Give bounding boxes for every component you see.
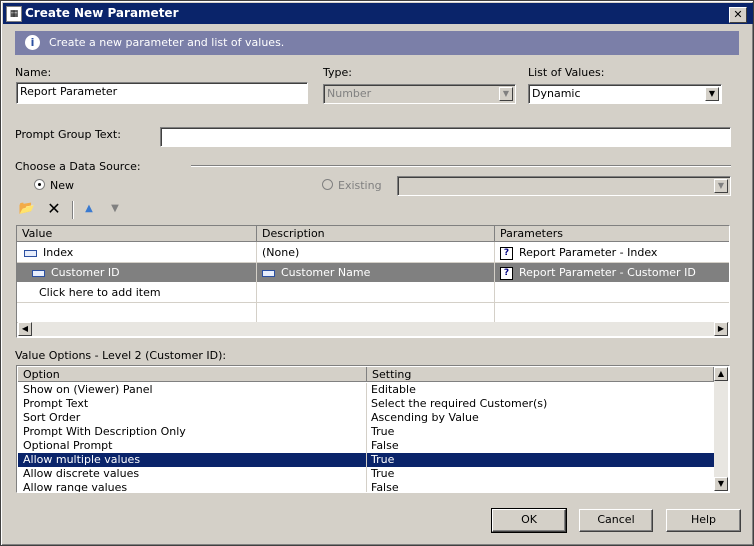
column-header-option[interactable]: Option <box>18 367 367 382</box>
data-source-label: Choose a Data Source: <box>15 160 141 173</box>
list-item[interactable]: Prompt Text Select the required Customer(… <box>18 397 714 411</box>
prompt-group-label: Prompt Group Text: <box>15 128 121 141</box>
vertical-scrollbar[interactable]: ▲ ▼ <box>714 367 728 491</box>
info-icon: i <box>25 35 40 50</box>
row-description-text: Customer Name <box>281 266 371 279</box>
row-divider <box>17 262 729 263</box>
window-title: Create New Parameter <box>25 6 179 20</box>
row-parameters-text: Report Parameter - Customer ID <box>519 266 696 279</box>
new-radio[interactable] <box>34 179 45 190</box>
type-label: Type: <box>323 66 352 79</box>
value-grid: Value Description Parameters Index (None… <box>16 225 730 338</box>
field-icon <box>24 249 37 257</box>
divider <box>191 165 731 167</box>
column-header-setting[interactable]: Setting <box>367 367 714 382</box>
open-folder-icon[interactable]: 📂 <box>18 200 36 218</box>
new-radio-label: New <box>50 179 74 192</box>
row-parameters[interactable]: ? Report Parameter - Index <box>495 242 729 262</box>
row-description[interactable]: (None) <box>257 242 495 262</box>
column-divider <box>494 242 495 322</box>
toolbar-separator <box>72 201 74 219</box>
existing-radio-label: Existing <box>338 179 382 192</box>
column-divider <box>256 242 257 322</box>
list-of-values-select[interactable]: Dynamic ▼ <box>528 84 722 104</box>
list-item[interactable]: Show on (Viewer) Panel Editable <box>18 383 714 397</box>
parameter-icon: ? <box>500 266 513 280</box>
info-banner: i Create a new parameter and list of val… <box>15 31 739 55</box>
prompt-group-field[interactable] <box>160 127 731 147</box>
delete-icon[interactable]: ✕ <box>45 200 63 218</box>
add-item-cell[interactable]: Click here to add item <box>17 282 257 302</box>
list-of-values-value: Dynamic <box>532 87 581 100</box>
existing-select[interactable]: ▼ <box>397 176 731 196</box>
list-item[interactable]: Prompt With Description Only True <box>18 425 714 439</box>
list-item[interactable]: Allow range values False <box>18 481 714 492</box>
column-header-description[interactable]: Description <box>257 226 495 242</box>
list-item-selected[interactable]: Allow multiple values True <box>18 453 714 467</box>
chevron-down-icon: ▼ <box>705 87 719 101</box>
horizontal-scrollbar[interactable]: ◀ ▶ <box>18 322 728 336</box>
row-value: Index <box>43 246 74 259</box>
name-field[interactable]: Report Parameter <box>16 82 308 104</box>
help-button[interactable]: Help <box>666 509 741 532</box>
row-description[interactable]: Customer Name <box>257 262 495 282</box>
field-icon <box>32 269 45 277</box>
value-options-grid: Option Setting Show on (Viewer) Panel Edi… <box>16 365 730 493</box>
move-down-icon[interactable]: ▼ <box>106 200 124 218</box>
chevron-down-icon: ▼ <box>499 87 513 101</box>
row-value: Customer ID <box>51 266 120 279</box>
title-bar: ▦ Create New Parameter ✕ <box>3 3 753 24</box>
value-options-label: Value Options - Level 2 (Customer ID): <box>15 349 227 362</box>
app-icon: ▦ <box>6 6 22 22</box>
list-of-values-label: List of Values: <box>528 66 605 79</box>
scroll-up-icon[interactable]: ▲ <box>714 367 728 381</box>
row-parameters[interactable]: ? Report Parameter - Customer ID <box>495 262 729 282</box>
column-header-parameters[interactable]: Parameters <box>495 226 729 242</box>
scroll-left-icon[interactable]: ◀ <box>18 322 32 336</box>
ok-button[interactable]: OK <box>491 508 567 533</box>
list-item[interactable]: Optional Prompt False <box>18 439 714 453</box>
list-item[interactable]: Sort Order Ascending by Value <box>18 411 714 425</box>
row-divider <box>17 302 729 303</box>
move-up-icon[interactable]: ▲ <box>80 200 98 218</box>
name-label: Name: <box>15 66 52 79</box>
table-row[interactable]: Customer ID <box>17 262 257 282</box>
row-parameters-text: Report Parameter - Index <box>519 246 658 259</box>
type-select-value: Number <box>327 87 372 100</box>
scroll-down-icon[interactable]: ▼ <box>714 477 728 491</box>
column-header-value[interactable]: Value <box>17 226 257 242</box>
field-icon <box>262 269 275 277</box>
type-select[interactable]: Number ▼ <box>323 84 516 104</box>
dialog-window: ▦ Create New Parameter ✕ i Create a new … <box>0 0 754 546</box>
info-text: Create a new parameter and list of value… <box>49 36 285 49</box>
close-button[interactable]: ✕ <box>729 7 747 23</box>
existing-radio[interactable] <box>322 179 333 190</box>
scroll-right-icon[interactable]: ▶ <box>714 322 728 336</box>
parameter-icon: ? <box>500 246 513 260</box>
chevron-down-icon: ▼ <box>714 179 728 193</box>
cancel-button[interactable]: Cancel <box>579 509 653 532</box>
table-row[interactable]: Index <box>17 242 257 262</box>
list-item[interactable]: Allow discrete values True <box>18 467 714 481</box>
